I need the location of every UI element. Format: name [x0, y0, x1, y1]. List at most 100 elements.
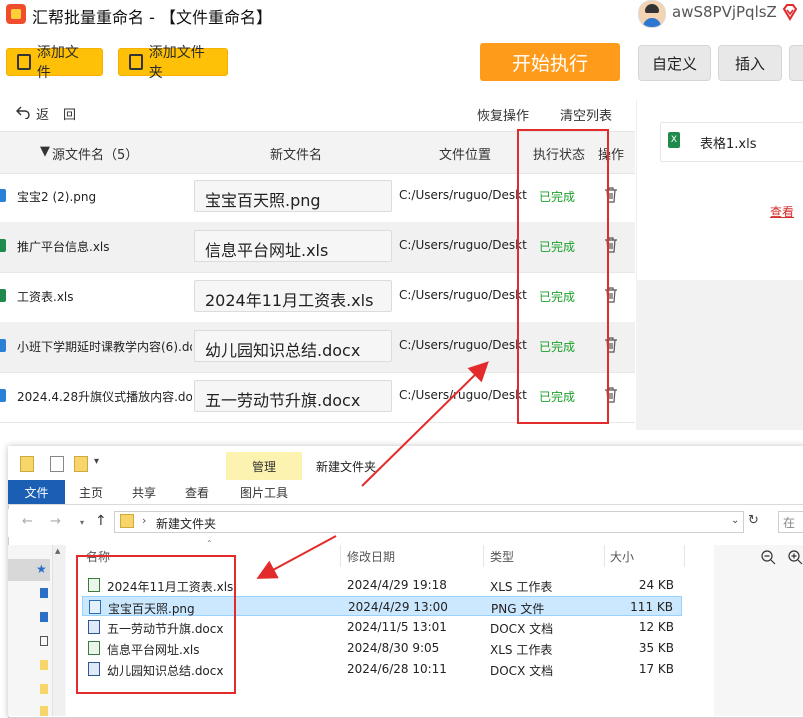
nav-scrollbar[interactable]	[52, 545, 65, 716]
col-divider[interactable]	[684, 545, 685, 567]
diamond-icon[interactable]	[781, 3, 799, 21]
username[interactable]: awS8PVjPqlsZ	[672, 3, 777, 21]
refresh-icon[interactable]: ↻	[748, 513, 759, 528]
col-modified[interactable]: 修改日期	[347, 548, 395, 565]
back-arrow-icon[interactable]	[16, 105, 30, 119]
col-size[interactable]: 大小	[610, 548, 634, 565]
recent-dropdown-icon[interactable]: ▾	[80, 518, 84, 527]
new-name-field[interactable]: 幼儿园知识总结.docx	[194, 330, 392, 362]
add-folder-button[interactable]: 添加文件夹	[118, 45, 228, 81]
col-divider[interactable]	[604, 545, 605, 567]
back-button[interactable]: 返回	[36, 104, 90, 123]
file-size: 35 KB	[638, 641, 674, 655]
zoom-out-icon[interactable]	[761, 550, 776, 565]
file-type: XLS 工作表	[490, 580, 553, 594]
address-path: 新建文件夹	[156, 517, 217, 531]
source-name: 宝宝2 (2).png	[17, 190, 97, 204]
file-location: C:/Users/ruguo/Deskt	[399, 338, 527, 352]
add-file-label: 添加文件	[36, 45, 79, 81]
clear-list-button[interactable]: 清空列表	[560, 105, 612, 124]
new-folder-icon[interactable]	[74, 456, 88, 472]
search-input[interactable]: 在	[778, 511, 803, 533]
more-button[interactable]	[789, 45, 803, 81]
col-type[interactable]: 类型	[490, 548, 514, 565]
file-modified: 2024/11/5 13:01	[347, 620, 447, 634]
manage-tab[interactable]: 管理	[226, 452, 302, 480]
file-size: 24 KB	[638, 578, 674, 592]
folder-add-icon	[129, 54, 143, 70]
header-new-name: 新文件名	[270, 148, 323, 163]
status-highlight-box	[517, 129, 609, 424]
col-divider[interactable]	[483, 545, 484, 567]
folder-icon[interactable]	[40, 684, 48, 694]
file-size: 12 KB	[638, 620, 674, 634]
folder-icon	[120, 514, 134, 528]
header-location: 文件位置	[439, 148, 492, 163]
new-name-field[interactable]: 信息平台网址.xls	[194, 230, 392, 262]
window-title: 新建文件夹	[316, 460, 377, 474]
preview-pane	[714, 545, 803, 716]
header-source[interactable]: 源文件名（5）	[52, 144, 138, 163]
excel-icon: X	[668, 132, 680, 148]
tab-home[interactable]: 主页	[79, 484, 103, 501]
back-nav-icon[interactable]: ←	[22, 514, 33, 529]
nav-item-icon[interactable]	[40, 612, 48, 622]
tab-file[interactable]: 文件	[8, 480, 65, 504]
address-dropdown-icon[interactable]: ⌄	[731, 515, 739, 526]
checkbox-icon[interactable]	[50, 456, 64, 472]
file-modified: 2024/4/29 13:00	[348, 600, 448, 614]
forward-nav-icon[interactable]: →	[50, 514, 61, 529]
source-name: 工资表.xls	[17, 290, 74, 304]
quick-access-dropdown-icon[interactable]: ▾	[94, 456, 99, 467]
file-type: XLS 工作表	[490, 643, 553, 657]
app-logo-icon	[6, 4, 26, 24]
app-title: 汇帮批量重命名 - 【文件重命名】	[32, 8, 272, 27]
nav-item-icon[interactable]	[40, 588, 48, 598]
source-name: 推广平台信息.xls	[17, 240, 110, 254]
chevron-right-icon: ›	[142, 514, 147, 527]
files-highlight-box	[76, 555, 236, 694]
nav-item-icon[interactable]	[40, 636, 48, 646]
add-file-button[interactable]: 添加文件	[6, 45, 103, 81]
source-name: 2024.4.28升旗仪式播放内容.doc	[17, 390, 192, 404]
new-name-field[interactable]: 五一劳动节升旗.docx	[194, 380, 392, 412]
sort-desc-icon[interactable]: ▼	[40, 144, 50, 159]
zoom-in-icon[interactable]	[788, 550, 803, 565]
col-divider[interactable]	[340, 545, 341, 567]
file-location: C:/Users/ruguo/Deskt	[399, 188, 527, 202]
new-name-field[interactable]: 2024年11月工资表.xls	[194, 280, 392, 312]
file-location: C:/Users/ruguo/Deskt	[399, 238, 527, 252]
folder-icon	[20, 456, 34, 472]
scroll-up-icon[interactable]: ▲	[55, 547, 60, 555]
add-folder-label: 添加文件夹	[148, 45, 205, 81]
insert-button[interactable]: 插入	[718, 45, 782, 81]
panel-background	[636, 280, 803, 430]
file-size: 17 KB	[638, 662, 674, 676]
file-modified: 2024/8/30 9:05	[347, 641, 440, 655]
folder-icon[interactable]	[40, 660, 48, 670]
file-location: C:/Users/ruguo/Deskt	[399, 388, 527, 402]
file-location: C:/Users/ruguo/Deskt	[399, 288, 527, 302]
tab-view[interactable]: 查看	[185, 484, 209, 501]
file-type: PNG 文件	[491, 602, 545, 616]
new-name-field[interactable]: 宝宝百天照.png	[194, 180, 392, 212]
tab-picture-tools[interactable]: 图片工具	[240, 484, 288, 501]
ribbon-tabs: 主页 共享 查看 图片工具	[8, 480, 803, 505]
avatar[interactable]	[638, 0, 666, 28]
quick-access-bar	[8, 446, 803, 480]
folder-icon[interactable]	[40, 706, 48, 716]
up-arrow-icon[interactable]: ↑	[95, 513, 107, 529]
file-icon	[0, 339, 6, 352]
source-name: 小班下学期延时课教学内容(6).do	[17, 340, 192, 354]
custom-button[interactable]: 自定义	[638, 45, 711, 81]
undo-button[interactable]: 恢复操作	[477, 105, 529, 124]
file-modified: 2024/6/28 10:11	[347, 662, 447, 676]
file-icon	[0, 189, 6, 202]
file-icon	[17, 54, 31, 70]
view-link[interactable]: 查看	[770, 203, 794, 220]
file-size: 111 KB	[630, 600, 673, 614]
file-card-label: 表格1.xls	[700, 137, 757, 152]
file-icon	[0, 239, 6, 252]
tab-share[interactable]: 共享	[132, 484, 156, 501]
start-button[interactable]: 开始执行	[480, 43, 620, 81]
